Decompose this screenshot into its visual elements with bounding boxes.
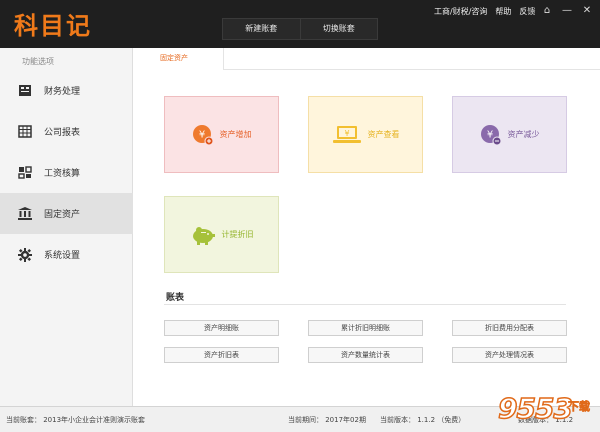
- window-controls: ⌂ — ✕: [540, 4, 594, 16]
- sidebar-item-company-reports[interactable]: 公司报表: [0, 111, 133, 152]
- sidebar-item-payroll[interactable]: 工资核算: [0, 152, 133, 193]
- sidebar-item-fixed-assets[interactable]: 固定资产: [0, 193, 133, 234]
- asset-ledger-button[interactable]: 资产明细账: [164, 320, 279, 336]
- sidebar-item-label: 公司报表: [44, 128, 81, 138]
- sidebar: 功能选项 财务处理 公司报表 工资核算 固定资产 系统设置: [0, 48, 133, 406]
- top-links: 工商/财税/咨询 帮助 反馈: [434, 6, 535, 17]
- current-version: 当前版本： 1.1.2 （免费）: [380, 416, 466, 424]
- tile-label: 计提折旧: [221, 230, 254, 239]
- asset-view-tile[interactable]: ¥ 资产查看: [308, 96, 423, 173]
- feedback-link[interactable]: 反馈: [519, 6, 535, 17]
- svg-text:¥: ¥: [344, 129, 349, 138]
- piggy-bank-icon: [190, 224, 216, 246]
- sidebar-item-label: 固定资产: [44, 210, 81, 220]
- switch-account-set-tab[interactable]: 切换账套: [299, 19, 378, 39]
- help-link[interactable]: 帮助: [495, 6, 511, 17]
- watermark-logo: 9553 下载: [497, 391, 598, 430]
- yen-coin-minus-icon: ¥: [480, 124, 502, 146]
- quad-grid-icon: [18, 166, 32, 180]
- asset-depreciation-button[interactable]: 资产折旧表: [164, 347, 279, 363]
- ledger-book-icon: [18, 84, 32, 98]
- accumulated-depreciation-ledger-button[interactable]: 累计折旧明细账: [308, 320, 423, 336]
- sidebar-item-label: 工资核算: [44, 169, 81, 179]
- sidebar-item-label: 财务处理: [44, 87, 81, 97]
- depreciation-allocation-button[interactable]: 折旧费用分配表: [452, 320, 567, 336]
- title-bar: 科目记 新建账套 切换账套 工商/财税/咨询 帮助 反馈 ⌂ — ✕: [0, 0, 600, 48]
- current-period: 当前期间： 2017年02期: [288, 416, 366, 424]
- current-account-set: 当前账套： 2013年小企业会计准则演示账套: [6, 416, 146, 424]
- top-tab-group: 新建账套 切换账套: [222, 18, 378, 40]
- yen-coin-plus-icon: ¥: [192, 124, 214, 146]
- asset-reduce-tile[interactable]: ¥ 资产减少: [452, 96, 567, 173]
- sidebar-item-label: 系统设置: [44, 251, 81, 261]
- watermark-text: 下载: [568, 400, 591, 414]
- app-logo: 科目记: [14, 11, 92, 40]
- tile-label: 资产查看: [367, 130, 400, 139]
- asset-disposal-button[interactable]: 资产处理情况表: [452, 347, 567, 363]
- tile-label: 资产增加: [219, 130, 252, 139]
- table-grid-icon: [18, 125, 32, 139]
- bank-building-icon: [18, 207, 32, 221]
- sidebar-item-settings[interactable]: 系统设置: [0, 234, 133, 275]
- svg-text:¥: ¥: [198, 129, 204, 140]
- content-tab-strip: 固定资产: [134, 48, 600, 70]
- watermark-number: 9553: [497, 391, 573, 426]
- tab-fixed-assets[interactable]: 固定资产: [134, 48, 224, 70]
- minimize-icon[interactable]: —: [560, 4, 574, 16]
- home-icon[interactable]: ⌂: [540, 4, 554, 16]
- depreciation-tile[interactable]: 计提折旧: [164, 196, 279, 273]
- yen-laptop-icon: ¥: [332, 124, 362, 146]
- main-content: 固定资产 ¥ 资产增加 ¥ 资产查看 ¥ 资产减少 计提折旧 账表 资产明细账 …: [134, 48, 600, 406]
- sidebar-heading: 功能选项: [22, 57, 54, 66]
- business-tax-consult-link[interactable]: 工商/财税/咨询: [434, 6, 487, 17]
- reports-section-title: 账表: [166, 293, 185, 303]
- sidebar-item-finance[interactable]: 财务处理: [0, 70, 133, 111]
- close-icon[interactable]: ✕: [580, 4, 594, 16]
- asset-add-tile[interactable]: ¥ 资产增加: [164, 96, 279, 173]
- asset-quantity-stats-button[interactable]: 资产数量统计表: [308, 347, 423, 363]
- new-account-set-tab[interactable]: 新建账套: [223, 19, 300, 39]
- tile-label: 资产减少: [507, 130, 540, 139]
- gear-icon: [18, 247, 32, 262]
- svg-text:¥: ¥: [486, 129, 492, 140]
- divider: [164, 304, 566, 305]
